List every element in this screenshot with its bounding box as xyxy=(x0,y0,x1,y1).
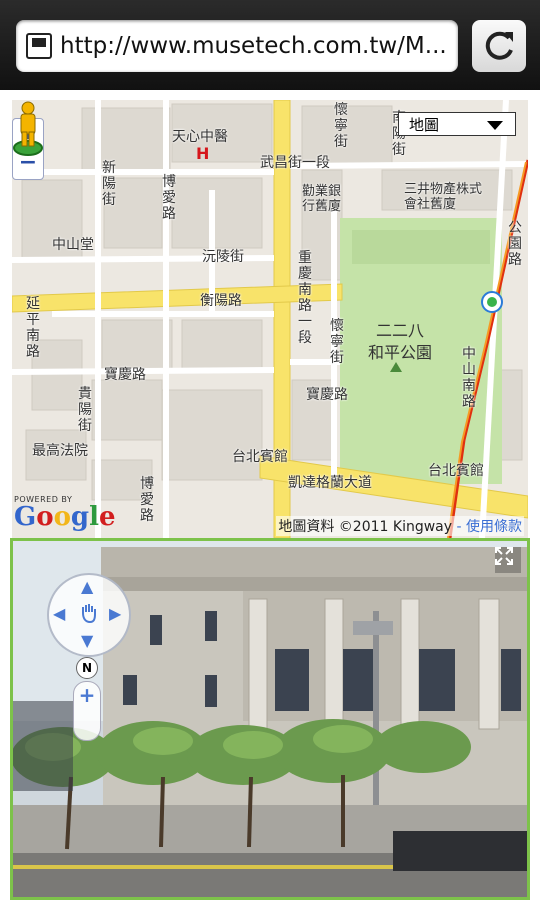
pegman-icon[interactable] xyxy=(12,100,44,156)
pan-up-icon[interactable]: ▲ xyxy=(81,577,93,596)
landmark-label: 三井物產株式會社舊廈 xyxy=(404,182,483,212)
map-type-select[interactable]: 地圖 xyxy=(398,112,516,136)
compass-north[interactable]: N xyxy=(76,657,98,679)
google-letter: g xyxy=(70,502,90,532)
refresh-button[interactable] xyxy=(472,20,526,72)
google-letter: G xyxy=(14,502,37,532)
street-label: 博愛路 xyxy=(140,476,154,524)
street-label: 貴陽街 xyxy=(78,386,92,434)
google-letter: o xyxy=(53,502,71,532)
street-label: 武昌街一段 xyxy=(260,155,330,171)
street-label: 沅陵街 xyxy=(202,249,244,265)
street-label: 延平南路 xyxy=(26,296,40,360)
street-label: 天心中醫 xyxy=(172,129,228,145)
street-label: 寶慶路 xyxy=(104,367,146,383)
street-label: 懷寧街 xyxy=(330,318,344,366)
refresh-icon xyxy=(485,31,513,60)
google-logo[interactable]: POWERED BY Google xyxy=(14,495,116,530)
map-view[interactable]: H 天心中醫 武昌街一段 沅陵街 衡陽路 寶慶路 寶慶路 台北賓館 凱達格蘭大道… xyxy=(12,100,528,538)
street-label: 公園路 xyxy=(508,220,522,268)
hand-icon[interactable] xyxy=(77,601,101,625)
terms-link[interactable]: - 使用條款 xyxy=(452,519,522,535)
street-label: 中山堂 xyxy=(52,237,94,253)
browser-toolbar: http://www.musetech.com.tw/M... xyxy=(0,0,540,90)
dropdown-arrow-icon xyxy=(487,121,503,130)
street-label: 凱達格蘭大道 xyxy=(288,475,372,491)
street-view-zoom-in-button[interactable]: + xyxy=(74,682,100,710)
map-type-label: 地圖 xyxy=(409,116,440,134)
google-wordmark: Google xyxy=(14,504,116,530)
google-letter: l xyxy=(89,502,99,532)
pan-right-icon[interactable]: ▶ xyxy=(109,604,121,623)
url-bar[interactable]: http://www.musetech.com.tw/M... xyxy=(16,20,458,72)
url-text[interactable]: http://www.musetech.com.tw/M... xyxy=(60,33,447,59)
landmark-label: 勸業銀行舊廈 xyxy=(302,184,342,214)
street-label: 博愛路 xyxy=(162,174,176,222)
landmark-label: 台北賓館 xyxy=(428,463,484,479)
map-attribution: 地圖資料 ©2011 Kingway - 使用條款 xyxy=(276,516,524,536)
street-view-panel[interactable]: ▲ ▼ ◀ ▶ N + xyxy=(10,538,530,900)
street-label: 重慶南路一段 xyxy=(298,250,312,346)
fullscreen-button[interactable] xyxy=(495,547,521,573)
street-label: 衡陽路 xyxy=(200,293,242,309)
pan-control[interactable]: ▲ ▼ ◀ ▶ xyxy=(47,573,131,657)
street-view-zoom-out-button[interactable] xyxy=(74,710,100,738)
street-label: 最高法院 xyxy=(32,443,88,459)
attribution-text: 地圖資料 ©2011 Kingway xyxy=(278,519,453,535)
pan-down-icon[interactable]: ▼ xyxy=(81,631,93,650)
street-label: 新陽街 xyxy=(102,160,116,208)
street-label: 中山南路 xyxy=(462,346,476,410)
street-label: 寶慶路 xyxy=(306,387,348,403)
google-letter: o xyxy=(36,502,54,532)
park-label: 二二八 和平公園 xyxy=(368,321,433,362)
hospital-marker[interactable]: H xyxy=(196,144,209,163)
bookmark-icon[interactable] xyxy=(26,33,52,59)
fullscreen-icon xyxy=(495,547,513,565)
street-view-zoom-control: + xyxy=(73,681,101,741)
pan-left-icon[interactable]: ◀ xyxy=(53,604,65,623)
street-label: 台北賓館 xyxy=(232,449,288,465)
street-label: 懷寧街 xyxy=(334,102,348,150)
google-letter: e xyxy=(98,502,116,532)
